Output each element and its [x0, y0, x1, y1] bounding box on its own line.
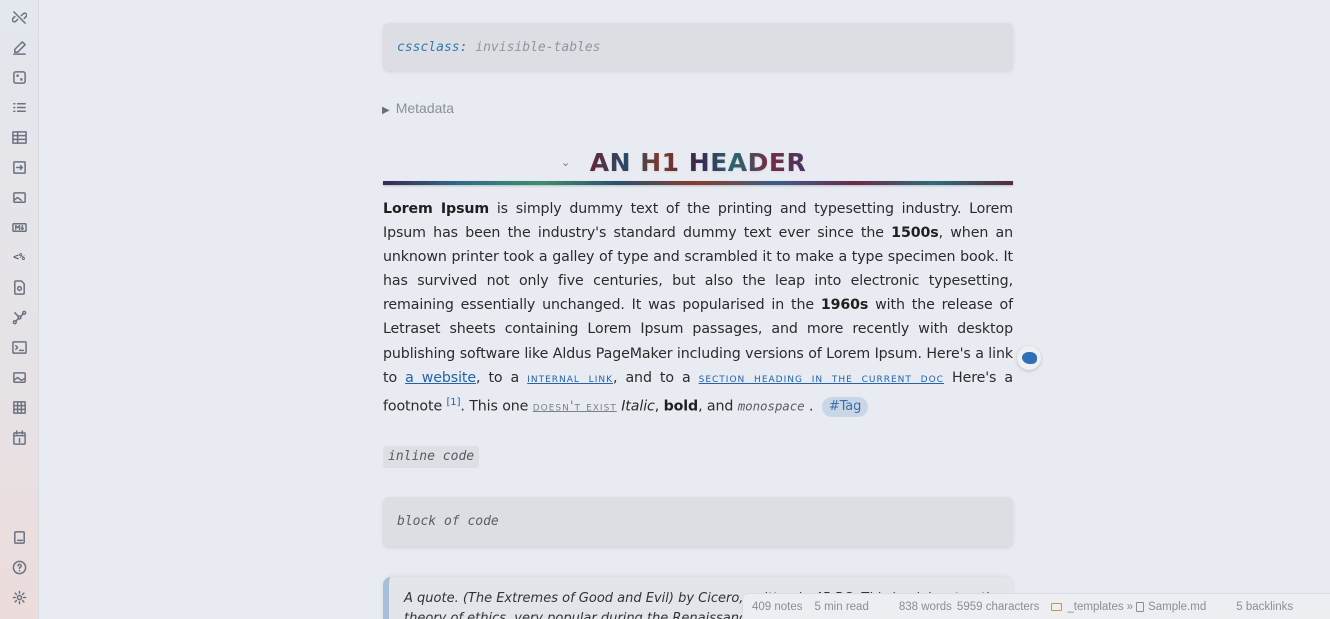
paragraph-text: . [804, 398, 814, 415]
dice-icon[interactable] [9, 67, 29, 87]
bold-text: bold [663, 398, 699, 415]
image-icon[interactable] [9, 187, 29, 207]
help-icon[interactable] [9, 557, 29, 577]
calendar-icon[interactable] [9, 427, 29, 447]
paragraph-text: , to a [476, 369, 528, 386]
monospace-text: monospace [737, 398, 805, 414]
inline-code: inline code [383, 446, 480, 468]
breadcrumb-separator: » [1126, 600, 1134, 613]
paragraph-text: , and to a [613, 369, 699, 386]
metadata-label: Metadata [395, 100, 455, 116]
import-icon[interactable] [9, 157, 29, 177]
grid-icon[interactable] [9, 397, 29, 417]
notes-count[interactable]: 409 notes [752, 601, 803, 613]
body-paragraph: Lorem Ipsum is simply dummy text of the … [383, 197, 1013, 420]
pencil-icon[interactable] [9, 37, 29, 57]
frontmatter-block[interactable]: cssclass: invisible-tables [383, 23, 1013, 71]
read-time: 5 min read [814, 600, 869, 613]
backlinks-count[interactable]: 5 backlinks [1236, 601, 1293, 613]
breadcrumb-folder[interactable]: _templates [1067, 601, 1123, 613]
heading-underline [383, 181, 1013, 185]
website-link[interactable]: a website [405, 370, 476, 386]
left-ribbon: <% [0, 0, 39, 619]
heading-text: AN H1 HEADER [589, 148, 807, 177]
table-icon[interactable] [9, 127, 29, 147]
unlink-icon[interactable] [9, 7, 29, 27]
paragraph-text: , [654, 398, 664, 415]
paragraph-text: . This one [460, 398, 533, 415]
bold-1960s: 1960s [820, 297, 869, 314]
tag-pill[interactable]: #Tag [821, 397, 869, 418]
frontmatter-value: invisible-tables [475, 39, 601, 55]
character-count: 5959 characters [956, 600, 1040, 613]
metadata-toggle[interactable]: ▶ Metadata [382, 100, 454, 116]
status-bar: 409 notes 5 min read 838 words 5959 char… [742, 593, 1330, 619]
code-block[interactable]: block of code [383, 497, 1013, 547]
chevron-down-icon[interactable]: ⌄ [561, 156, 570, 169]
file-search-icon[interactable] [9, 277, 29, 297]
file-icon [1136, 601, 1145, 612]
terminal-icon[interactable] [9, 337, 29, 357]
frontmatter-sep: : [459, 39, 468, 55]
settings-icon[interactable] [9, 587, 29, 607]
gallery-icon[interactable] [9, 367, 29, 387]
footnote-ref[interactable]: [1] [447, 397, 461, 408]
list-icon[interactable] [9, 97, 29, 117]
triangle-right-icon: ▶ [382, 105, 390, 116]
handle-blob-icon [1021, 352, 1037, 364]
broken-link[interactable]: doesn't exist [533, 399, 617, 414]
drag-handle[interactable] [1017, 346, 1041, 370]
folder-icon [1051, 602, 1063, 611]
italic-text: Italic [621, 398, 655, 415]
lorem-bold: Lorem Ipsum [383, 201, 490, 217]
breadcrumb: _templates » Sample.md [1051, 601, 1206, 613]
word-count: 838 words [898, 600, 952, 613]
vault-icon[interactable] [9, 527, 29, 547]
markdown-icon[interactable] [9, 217, 29, 237]
h1-heading: ⌄ AN H1 HEADER [383, 146, 1013, 186]
template-icon[interactable]: <% [9, 247, 29, 267]
frontmatter-key: cssclass [397, 39, 460, 55]
internal-link[interactable]: internal link [527, 371, 613, 386]
graph-icon[interactable] [9, 307, 29, 327]
breadcrumb-file[interactable]: Sample.md [1148, 601, 1206, 613]
paragraph-text: , and [698, 398, 738, 415]
bold-1500s: 1500s [891, 225, 939, 242]
section-heading-link[interactable]: section heading in the current doc [699, 371, 944, 386]
